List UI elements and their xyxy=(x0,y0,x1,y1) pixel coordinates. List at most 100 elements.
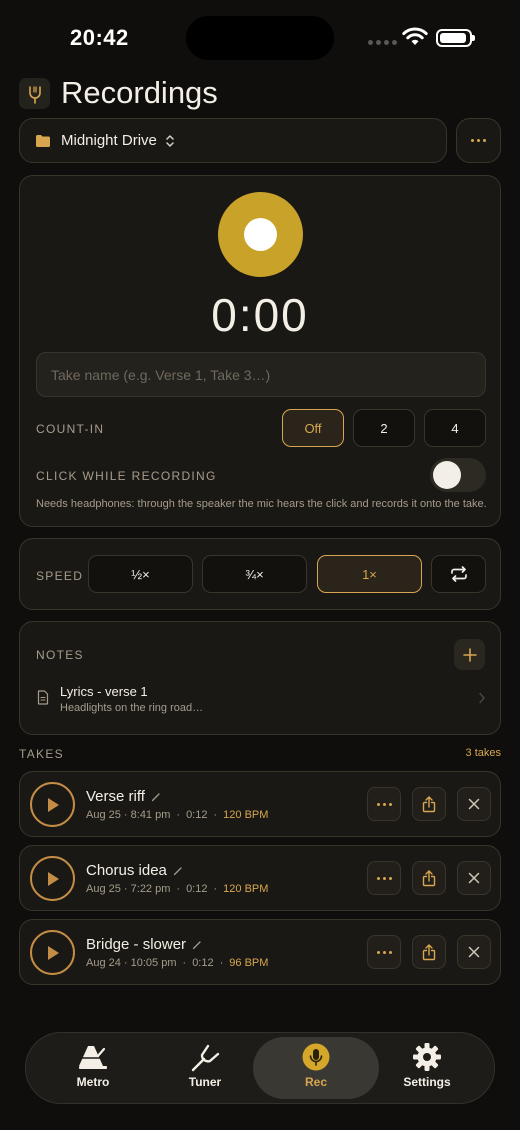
speed-normal-button[interactable]: 1× xyxy=(317,555,422,593)
share-icon xyxy=(422,943,436,960)
speed-three-quarter-button[interactable]: ¾× xyxy=(202,555,307,593)
take-meta: Aug 24 · 10:05 pm · 0:12 · 96 BPM xyxy=(86,957,269,969)
takes-count: 3 takes xyxy=(465,747,501,759)
take-date: Aug 25 · 8:41 pm xyxy=(86,809,171,821)
close-icon xyxy=(468,872,480,884)
take-row[interactable]: Verse riff Aug 25 · 8:41 pm · 0:12 · 120 BPM xyxy=(19,771,501,837)
loop-button[interactable] xyxy=(431,555,486,593)
take-delete-button[interactable] xyxy=(457,787,491,821)
take-more-button[interactable] xyxy=(367,861,401,895)
note-preview: Headlights on the ring road… xyxy=(60,702,204,714)
tab-metro[interactable]: Metro xyxy=(30,1037,156,1099)
ellipsis-icon xyxy=(376,876,392,880)
count-in-4-option[interactable]: 4 xyxy=(424,409,486,447)
tab-settings-label: Settings xyxy=(403,1075,451,1089)
battery-icon xyxy=(436,29,475,47)
pencil-icon[interactable] xyxy=(192,940,202,950)
tab-tuner[interactable]: Tuner xyxy=(142,1037,268,1099)
take-date: Aug 24 · 10:05 pm xyxy=(86,957,177,969)
pencil-icon[interactable] xyxy=(173,866,183,876)
project-selector[interactable]: Midnight Drive xyxy=(19,118,447,163)
count-in-label: COUNT-IN xyxy=(36,422,105,436)
take-more-button[interactable] xyxy=(367,787,401,821)
take-bpm: 120 BPM xyxy=(223,883,269,895)
status-bar: 20:42 xyxy=(0,0,520,70)
status-time: 20:42 xyxy=(70,25,129,50)
ellipsis-icon xyxy=(376,950,392,954)
play-button[interactable] xyxy=(30,930,75,975)
tab-metro-label: Metro xyxy=(76,1075,110,1089)
take-title[interactable]: Bridge - slower xyxy=(86,936,186,953)
take-bpm: 96 BPM xyxy=(229,957,269,969)
count-in-off-option[interactable]: Off xyxy=(282,409,344,447)
take-title-container: Chorus idea xyxy=(86,862,183,879)
take-bpm: 120 BPM xyxy=(223,809,269,821)
take-title[interactable]: Chorus idea xyxy=(86,862,167,879)
plus-icon xyxy=(462,647,477,662)
project-more-button[interactable] xyxy=(456,118,501,163)
notes-label: NOTES xyxy=(36,648,84,662)
take-duration: 0:12 xyxy=(186,883,208,895)
record-icon xyxy=(244,218,277,251)
take-title-container: Bridge - slower xyxy=(86,936,202,953)
play-icon xyxy=(47,945,59,960)
tab-rec-label: Rec xyxy=(304,1075,327,1089)
take-delete-button[interactable] xyxy=(457,935,491,969)
record-button[interactable] xyxy=(218,192,303,277)
ellipsis-icon xyxy=(471,139,486,142)
play-button[interactable] xyxy=(30,856,75,901)
play-icon xyxy=(47,797,59,812)
headphones-hint: Needs headphones: through the speaker th… xyxy=(36,498,487,510)
wifi-icon xyxy=(402,27,428,45)
chevron-up-down-icon xyxy=(166,134,174,147)
note-title: Lyrics - verse 1 xyxy=(60,684,148,699)
take-share-button[interactable] xyxy=(412,935,446,969)
take-title-container: Verse riff xyxy=(86,788,161,805)
record-timer: 0:00 xyxy=(211,289,309,341)
count-in-2-option[interactable]: 2 xyxy=(353,409,415,447)
metronome-icon xyxy=(79,1046,107,1069)
take-share-button[interactable] xyxy=(412,861,446,895)
take-name-input[interactable] xyxy=(36,352,486,397)
take-title[interactable]: Verse riff xyxy=(86,788,145,805)
recorder-panel: 0:00 COUNT-IN Off 2 4 CLICK WHILE RECORD… xyxy=(19,175,501,527)
project-name: Midnight Drive xyxy=(61,132,157,149)
close-icon xyxy=(468,946,480,958)
close-icon xyxy=(468,798,480,810)
cellular-signal-icon xyxy=(368,40,397,45)
note-item[interactable]: Lyrics - verse 1 Headlights on the ring … xyxy=(20,678,500,720)
take-duration: 0:12 xyxy=(192,957,214,969)
ellipsis-icon xyxy=(376,802,392,806)
take-share-button[interactable] xyxy=(412,787,446,821)
speed-half-button[interactable]: ½× xyxy=(88,555,193,593)
take-row[interactable]: Chorus idea Aug 25 · 7:22 pm · 0:12 · 120 BP… xyxy=(19,845,501,911)
take-meta: Aug 25 · 7:22 pm · 0:12 · 120 BPM xyxy=(86,883,269,895)
play-button[interactable] xyxy=(30,782,75,827)
folder-icon xyxy=(36,134,50,147)
microphone-icon xyxy=(302,1043,330,1071)
speed-label: SPEED xyxy=(36,569,84,583)
tab-settings[interactable]: Settings xyxy=(364,1037,490,1099)
notes-panel: NOTES Lyrics - verse 1 Headlights on the… xyxy=(19,621,501,735)
tuning-fork-logo-icon xyxy=(19,78,50,109)
take-date: Aug 25 · 7:22 pm xyxy=(86,883,171,895)
tab-bar: Metro Tuner Rec Settings xyxy=(25,1032,495,1104)
document-icon xyxy=(37,690,49,705)
click-while-recording-toggle[interactable] xyxy=(430,458,486,492)
page-title: Recordings xyxy=(61,75,218,110)
take-more-button[interactable] xyxy=(367,935,401,969)
share-icon xyxy=(422,795,436,812)
chevron-right-icon xyxy=(479,692,485,704)
speed-panel: SPEED ½× ¾× 1× xyxy=(19,538,501,610)
play-icon xyxy=(47,871,59,886)
take-duration: 0:12 xyxy=(186,809,208,821)
tab-rec[interactable]: Rec xyxy=(253,1037,379,1099)
tuning-fork-icon xyxy=(191,1044,220,1072)
take-delete-button[interactable] xyxy=(457,861,491,895)
pencil-icon[interactable] xyxy=(151,792,161,802)
loop-icon xyxy=(450,566,467,582)
take-row[interactable]: Bridge - slower Aug 24 · 10:05 pm · 0:12 · 9… xyxy=(19,919,501,985)
add-note-button[interactable] xyxy=(454,639,485,670)
takes-label: TAKES xyxy=(19,747,64,761)
dynamic-island xyxy=(186,16,334,60)
